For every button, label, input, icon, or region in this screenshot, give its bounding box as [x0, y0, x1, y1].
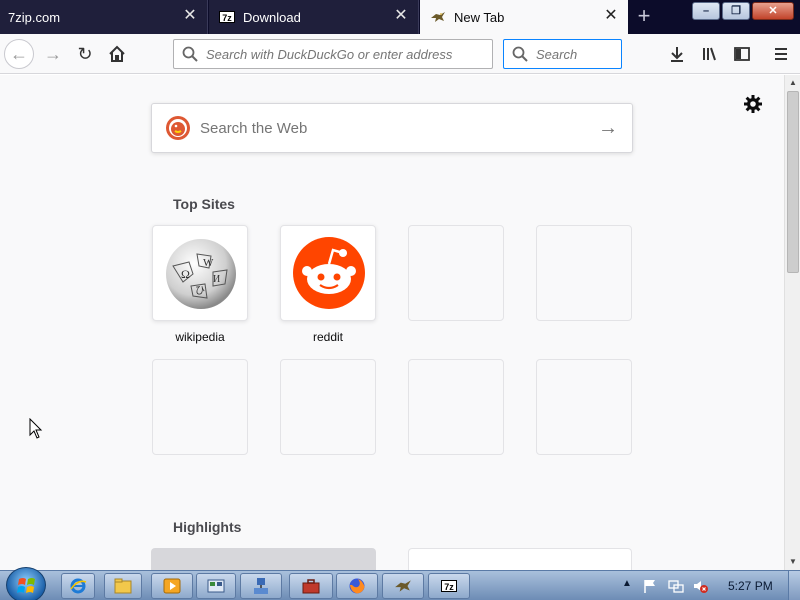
arrow-right-icon[interactable]: → [598, 118, 618, 138]
library-icon [703, 47, 716, 61]
url-bar[interactable] [173, 39, 493, 69]
wikipedia-logo-icon: Ω W И ひ [166, 239, 236, 309]
search-icon [512, 46, 528, 62]
system-clock[interactable]: 5:27 PM [728, 579, 773, 593]
search-icon [182, 46, 198, 62]
new-tab-button[interactable]: + [630, 3, 658, 31]
taskbar-network[interactable] [240, 573, 282, 599]
sidebar-icon [734, 47, 750, 61]
scroll-down-arrow-icon[interactable]: ▼ [785, 554, 800, 570]
top-sites-title: Top Sites [173, 196, 235, 212]
maximize-icon: ❐ [731, 5, 741, 17]
reddit-logo-icon [293, 237, 365, 309]
tab-download[interactable]: 7z Download ✕ [209, 0, 419, 34]
maximize-button[interactable]: ❐ [722, 2, 750, 20]
tab-title: New Tab [454, 9, 505, 25]
tab-new-tab[interactable]: New Tab ✕ [420, 0, 628, 34]
show-desktop-button[interactable] [788, 571, 800, 600]
duckduckgo-icon [166, 116, 190, 140]
folder-icon [114, 578, 132, 594]
back-button[interactable]: ← [4, 39, 34, 69]
home-icon [109, 45, 125, 62]
show-hidden-icons-chevron-icon[interactable]: ▲ [622, 578, 632, 589]
top-site-tile-wikipedia[interactable]: Ω W И ひ [152, 225, 248, 321]
close-window-button[interactable]: ✕ [752, 2, 794, 20]
hamburger-menu-icon [775, 48, 787, 60]
network-tray-icon[interactable] [668, 578, 684, 594]
svg-text:W: W [203, 257, 214, 269]
start-button[interactable] [6, 567, 46, 600]
download-arrow-icon [671, 47, 683, 62]
control-panel-icon [207, 579, 225, 593]
highlight-card[interactable] [151, 548, 376, 570]
toolbox-icon [302, 579, 320, 594]
taskbar-media-player[interactable] [151, 573, 193, 599]
firefox-icon [349, 578, 365, 594]
search-input[interactable] [536, 46, 621, 62]
mouse-cursor-icon [29, 418, 43, 439]
reload-button[interactable]: ↻ [70, 39, 100, 69]
scroll-up-arrow-icon[interactable]: ▲ [785, 75, 800, 91]
minimize-icon: – [702, 5, 710, 17]
taskbar-eagle-app[interactable] [382, 573, 424, 599]
minimize-button[interactable]: – [692, 2, 720, 20]
svg-text:Ω: Ω [181, 267, 190, 281]
highlight-card[interactable] [408, 548, 632, 570]
tab-7zip[interactable]: 7zip.com ✕ [0, 0, 208, 34]
network-icon [254, 578, 268, 594]
windows-logo-icon [17, 578, 35, 593]
system-tray: ▲ 5:27 PM [618, 571, 800, 600]
7zip-favicon-icon: 7z [219, 11, 235, 23]
close-icon: ✕ [768, 5, 778, 17]
taskbar-explorer[interactable] [104, 573, 142, 599]
new-tab-page: → Top Sites Ω W И ひ wikipedia [0, 75, 784, 570]
url-input[interactable] [206, 46, 492, 62]
action-center-flag-icon[interactable] [642, 578, 658, 594]
media-player-icon [163, 578, 181, 594]
tab-title: Download [243, 9, 301, 25]
internet-explorer-icon [70, 578, 87, 594]
highlights-title: Highlights [173, 519, 242, 535]
gear-icon[interactable] [743, 94, 763, 114]
web-search-box[interactable]: → [151, 103, 633, 153]
top-site-empty-slot [152, 359, 248, 455]
eagle-icon [395, 580, 411, 592]
top-site-empty-slot [536, 359, 632, 455]
search-bar[interactable] [503, 39, 622, 69]
taskbar-ie[interactable] [61, 573, 95, 599]
window-controls: – ❐ ✕ [690, 2, 794, 20]
top-site-label-wikipedia[interactable]: wikipedia [152, 330, 248, 344]
tab-close-icon[interactable]: ✕ [183, 8, 197, 24]
navigation-toolbar: ← → ↻ [0, 34, 800, 74]
menu-button[interactable] [766, 39, 796, 69]
vertical-scrollbar[interactable]: ▲ ▼ [784, 75, 800, 570]
top-site-empty-slot [536, 225, 632, 321]
web-search-input[interactable] [200, 119, 580, 137]
downloads-button[interactable] [662, 39, 692, 69]
tab-close-icon[interactable]: ✕ [394, 8, 408, 24]
scrollbar-thumb[interactable] [787, 91, 799, 273]
taskbar-app[interactable] [196, 573, 236, 599]
top-site-empty-slot [408, 225, 504, 321]
svg-text:ひ: ひ [195, 286, 205, 297]
top-site-tile-reddit[interactable] [280, 225, 376, 321]
tab-strip: 7zip.com ✕ 7z Download ✕ New Tab ✕ + – ❐… [0, 0, 800, 34]
volume-muted-icon[interactable] [692, 578, 708, 594]
taskbar-7zip[interactable]: 7z [428, 573, 470, 599]
library-button[interactable] [695, 39, 725, 69]
forward-button[interactable]: → [38, 39, 68, 69]
windows-taskbar: 7z ▲ 5:27 PM [0, 567, 800, 600]
taskbar-toolbox[interactable] [289, 573, 333, 599]
top-site-empty-slot [280, 359, 376, 455]
taskbar-firefox[interactable] [336, 573, 378, 599]
eagle-favicon-icon [431, 12, 445, 22]
tab-title: 7zip.com [8, 9, 61, 25]
sidebar-button[interactable] [727, 39, 757, 69]
top-site-empty-slot [408, 359, 504, 455]
top-site-label-reddit[interactable]: reddit [280, 330, 376, 344]
tab-close-icon[interactable]: ✕ [604, 8, 618, 24]
svg-text:И: И [213, 274, 220, 285]
home-button[interactable] [102, 39, 132, 69]
7zip-icon: 7z [441, 580, 457, 592]
